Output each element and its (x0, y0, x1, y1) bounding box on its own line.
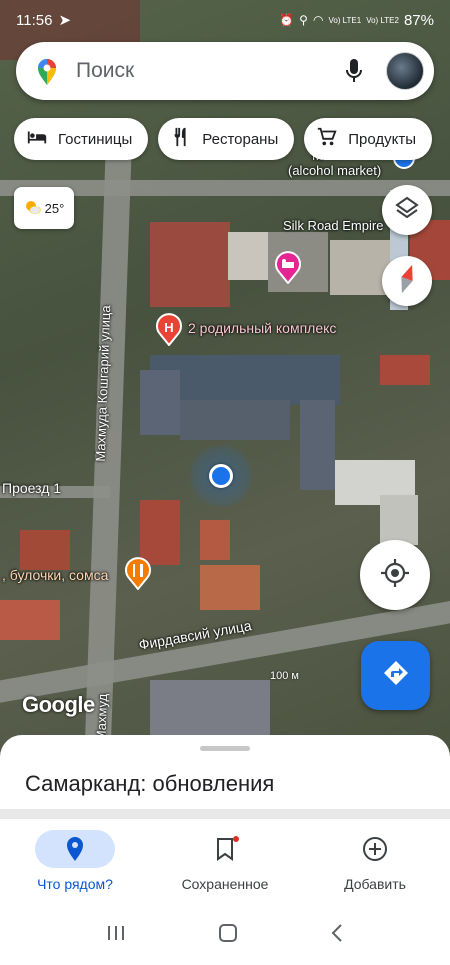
sheet-drag-handle[interactable] (200, 746, 250, 751)
chip-label: Рестораны (202, 130, 279, 148)
svg-text:H: H (164, 320, 173, 335)
cart-icon (316, 126, 338, 152)
network-2: Vo) LTE2 (366, 15, 399, 25)
chip-label: Гостиницы (58, 130, 133, 148)
chip-label: Продукты (348, 130, 417, 148)
notification-dot (233, 836, 239, 842)
label-silk-road-empire[interactable]: Silk Road Empire (283, 218, 383, 233)
tab-explore[interactable]: Что рядом? (0, 820, 150, 900)
map-roof (330, 240, 390, 295)
map-roof (200, 565, 260, 610)
directions-arrow-icon (381, 658, 411, 693)
location-pin-icon (35, 830, 115, 868)
map-roof (150, 680, 270, 735)
fork-knife-icon (170, 126, 192, 152)
system-navigation-bar (0, 905, 450, 965)
bed-icon (26, 126, 48, 152)
chip-restaurants[interactable]: Рестораны (158, 118, 295, 160)
hospital-pin-icon[interactable]: H (155, 312, 183, 347)
map-roof (140, 370, 180, 435)
my-location-button[interactable] (360, 540, 430, 610)
recent-apps-icon[interactable] (106, 924, 126, 947)
wifi-icon: ◠ (312, 13, 324, 27)
chip-hotels[interactable]: Гостиницы (14, 118, 149, 160)
map-scale: 100 м (270, 670, 299, 682)
account-avatar[interactable] (386, 52, 424, 90)
label-maternity-complex[interactable]: 2 родильный комплекс (188, 320, 336, 336)
battery-level: 87% (403, 11, 434, 29)
category-chips: Гостиницы Рестораны Продукты (14, 118, 433, 160)
microphone-icon[interactable] (340, 57, 368, 85)
layers-icon (394, 195, 420, 226)
layers-button[interactable] (382, 185, 432, 235)
compass-button[interactable] (382, 256, 432, 306)
tab-label: Что рядом? (37, 876, 113, 892)
my-location-dot-icon (209, 464, 233, 488)
tab-label: Добавить (344, 876, 406, 892)
location-status-icon: ⚲ (299, 13, 308, 27)
home-icon[interactable] (218, 923, 238, 948)
map-roof (380, 355, 430, 385)
add-circle-icon (335, 830, 415, 868)
google-maps-logo-icon (32, 56, 62, 86)
status-bar: 11:56 ➤ ⏰ ⚲ ◠ Vo) LTE1 Vo) LTE2 87% (0, 0, 450, 40)
alarm-icon: ⏰ (279, 13, 295, 27)
bookmark-icon (185, 830, 265, 868)
map-roof (150, 222, 230, 307)
crosshair-icon (380, 558, 410, 593)
map-roof (228, 232, 268, 280)
weather-badge[interactable]: 25° (14, 187, 74, 229)
map-roof (180, 400, 290, 440)
tab-label: Сохраненное (181, 876, 269, 892)
search-bar[interactable]: Поиск (16, 42, 434, 100)
hotel-pin-icon[interactable] (274, 250, 302, 285)
map-roof (20, 530, 70, 570)
label-bakery[interactable]: , булочки, сомса (2, 567, 108, 583)
network-1: Vo) LTE1 (328, 15, 362, 25)
sheet-title: Самарканд: обновления (25, 771, 275, 796)
map-roof (300, 400, 335, 490)
weather-temp: 25° (44, 200, 65, 216)
map-roof (200, 520, 230, 560)
map-roof (0, 600, 60, 640)
navigation-arrow-icon: ➤ (58, 12, 72, 29)
chip-groceries[interactable]: Продукты (304, 118, 433, 160)
map-roof (380, 495, 418, 545)
partly-sunny-icon (24, 199, 42, 218)
label-proezd: Проезд 1 (2, 480, 62, 496)
google-logo: Google (22, 692, 95, 717)
back-icon[interactable] (330, 923, 344, 948)
directions-button[interactable] (361, 641, 430, 710)
compass-icon (395, 262, 419, 301)
tab-contribute[interactable]: Добавить (300, 820, 450, 900)
bottom-navigation: Что рядом? Сохраненное Добавить (0, 820, 450, 900)
tab-saved[interactable]: Сохраненное (150, 820, 300, 900)
status-time: 11:56 (16, 11, 53, 29)
restaurant-pin-icon[interactable] (124, 556, 152, 591)
label-alcohol-market[interactable]: (alcohol market) (288, 163, 381, 178)
divider (0, 809, 450, 819)
search-input[interactable]: Поиск (76, 59, 340, 83)
